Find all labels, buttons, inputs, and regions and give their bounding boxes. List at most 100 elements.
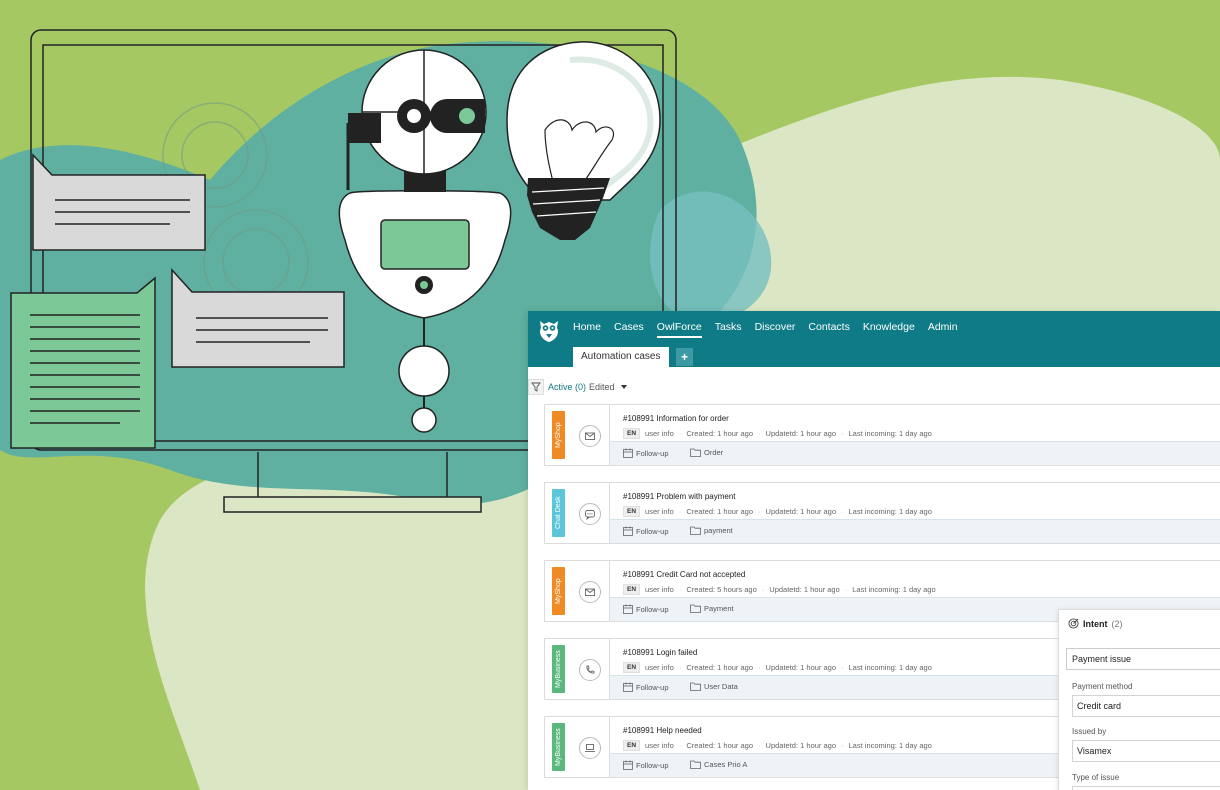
language-badge: EN bbox=[623, 662, 641, 673]
intent-target-icon bbox=[1068, 618, 1079, 629]
folder-icon bbox=[690, 604, 701, 613]
updated-time: Updatetd: 1 hour ago bbox=[769, 585, 840, 594]
case-meta: EN user info · Created: 1 hour ago · Upd… bbox=[623, 662, 932, 673]
calendar-icon bbox=[623, 760, 633, 770]
meta-separator: · bbox=[678, 585, 682, 594]
case-title[interactable]: #108991 Help needed bbox=[623, 726, 702, 735]
field-label-payment-method: Payment method bbox=[1072, 682, 1133, 691]
followup-label: Follow-up bbox=[636, 604, 669, 614]
filter-icon[interactable] bbox=[528, 379, 544, 395]
issued-by-field[interactable]: Visamex bbox=[1072, 740, 1220, 762]
case-meta: EN user info · Created: 1 hour ago · Upd… bbox=[623, 740, 932, 751]
followup-label: Follow-up bbox=[636, 526, 669, 536]
language-badge: EN bbox=[623, 506, 641, 517]
brand-tag: Chat Desk bbox=[552, 489, 565, 537]
nav-contacts[interactable]: Contacts bbox=[808, 321, 849, 338]
case-card[interactable]: Chat Desk #108991 Problem with payment E… bbox=[544, 482, 1220, 544]
followup-action[interactable]: Follow-up bbox=[623, 526, 669, 536]
created-time: Created: 5 hours ago bbox=[686, 585, 757, 594]
followup-action[interactable]: Follow-up bbox=[623, 448, 669, 458]
case-title[interactable]: #108991 Problem with payment bbox=[623, 492, 736, 501]
calendar-icon bbox=[623, 526, 633, 536]
nav-tasks[interactable]: Tasks bbox=[715, 321, 742, 338]
nav-admin[interactable]: Admin bbox=[928, 321, 958, 338]
chevron-down-icon[interactable] bbox=[620, 385, 627, 389]
meta-separator: · bbox=[758, 507, 761, 516]
user-info-link[interactable]: user info bbox=[645, 507, 674, 516]
case-details: #108991 Information for order EN user in… bbox=[610, 404, 1220, 466]
language-badge: EN bbox=[623, 428, 641, 439]
meta-separator: · bbox=[841, 429, 844, 438]
folder-label: Cases Prio A bbox=[704, 760, 748, 769]
payment-method-field[interactable]: Credit card bbox=[1072, 695, 1220, 717]
last-incoming-time: Last incoming: 1 day ago bbox=[848, 429, 932, 438]
folder-link[interactable]: Order bbox=[690, 448, 723, 457]
followup-action[interactable]: Follow-up bbox=[623, 760, 669, 770]
user-info-link[interactable]: user info bbox=[645, 663, 674, 672]
main-nav: Home Cases OwlForce Tasks Discover Conta… bbox=[573, 321, 971, 338]
meta-separator: · bbox=[758, 429, 761, 438]
nav-discover[interactable]: Discover bbox=[755, 321, 796, 338]
meta-separator: · bbox=[678, 507, 682, 516]
filter-active[interactable]: Active (0) bbox=[548, 382, 586, 392]
meta-separator: · bbox=[678, 429, 682, 438]
intent-title: Intent bbox=[1083, 618, 1108, 629]
type-of-issue-field[interactable] bbox=[1072, 786, 1220, 790]
language-badge: EN bbox=[623, 740, 641, 751]
case-title[interactable]: #108991 Credit Card not accepted bbox=[623, 570, 745, 579]
created-time: Created: 1 hour ago bbox=[686, 507, 754, 516]
case-brand-cell: MyShop bbox=[544, 560, 610, 622]
nav-owlforce[interactable]: OwlForce bbox=[656, 321, 702, 338]
tab-automation-cases[interactable]: Automation cases bbox=[573, 347, 669, 367]
intent-count: (2) bbox=[1111, 618, 1123, 629]
case-card[interactable]: MyShop #108991 Information for order EN … bbox=[544, 404, 1220, 466]
meta-separator: · bbox=[841, 663, 844, 672]
meta-separator: · bbox=[758, 663, 761, 672]
calendar-icon bbox=[623, 448, 633, 458]
case-brand-cell: Chat Desk bbox=[544, 482, 610, 544]
nav-home[interactable]: Home bbox=[573, 321, 601, 338]
nav-cases[interactable]: Cases bbox=[614, 321, 644, 338]
folder-label: Payment bbox=[704, 604, 734, 613]
intent-select[interactable]: Payment issue bbox=[1066, 648, 1220, 670]
filter-edited[interactable]: Edited bbox=[589, 382, 615, 392]
case-brand-cell: MyBusiness bbox=[544, 638, 610, 700]
user-info-link[interactable]: user info bbox=[645, 741, 674, 750]
folder-link[interactable]: User Data bbox=[690, 682, 738, 691]
case-meta: EN user info · Created: 1 hour ago · Upd… bbox=[623, 506, 932, 517]
brand-tag: MyBusiness bbox=[552, 723, 565, 771]
user-info-link[interactable]: user info bbox=[645, 585, 674, 594]
updated-time: Updatetd: 1 hour ago bbox=[765, 663, 837, 672]
add-tab-button[interactable]: + bbox=[676, 348, 693, 366]
last-incoming-time: Last incoming: 1 day ago bbox=[852, 585, 936, 594]
case-title[interactable]: #108991 Information for order bbox=[623, 414, 729, 423]
envelope-icon bbox=[579, 581, 601, 603]
folder-link[interactable]: Cases Prio A bbox=[690, 760, 747, 769]
folder-link[interactable]: Payment bbox=[690, 604, 734, 613]
meta-separator: · bbox=[841, 741, 844, 750]
last-incoming-time: Last incoming: 1 day ago bbox=[848, 663, 932, 672]
meta-separator: · bbox=[678, 741, 682, 750]
brand-tag: MyShop bbox=[552, 411, 565, 459]
case-footer: Follow-up payment bbox=[610, 519, 1220, 543]
meta-separator: · bbox=[841, 507, 844, 516]
updated-time: Updatetd: 1 hour ago bbox=[765, 429, 837, 438]
case-brand-cell: MyShop bbox=[544, 404, 610, 466]
user-info-link[interactable]: user info bbox=[645, 429, 674, 438]
intent-panel: Intent (2) Payment issue Payment method … bbox=[1058, 609, 1220, 790]
folder-icon bbox=[690, 526, 701, 535]
laptop-icon bbox=[579, 737, 601, 759]
followup-label: Follow-up bbox=[636, 682, 669, 692]
followup-action[interactable]: Follow-up bbox=[623, 604, 669, 614]
case-meta: EN user info · Created: 5 hours ago · Up… bbox=[623, 584, 936, 595]
followup-label: Follow-up bbox=[636, 760, 669, 770]
followup-action[interactable]: Follow-up bbox=[623, 682, 669, 692]
case-meta: EN user info · Created: 1 hour ago · Upd… bbox=[623, 428, 932, 439]
chat-icon bbox=[579, 503, 601, 525]
folder-link[interactable]: payment bbox=[690, 526, 733, 535]
folder-icon bbox=[690, 760, 701, 769]
case-title[interactable]: #108991 Login failed bbox=[623, 648, 697, 657]
owl-logo-icon[interactable] bbox=[538, 319, 560, 343]
nav-knowledge[interactable]: Knowledge bbox=[863, 321, 915, 338]
meta-separator: · bbox=[758, 741, 761, 750]
